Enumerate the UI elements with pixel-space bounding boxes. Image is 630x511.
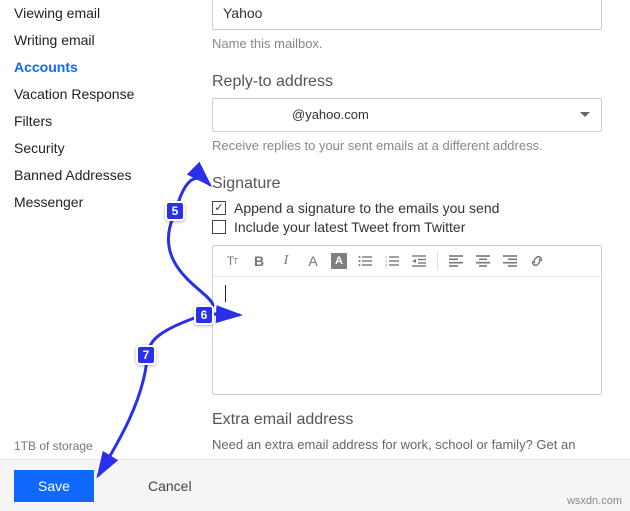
reply-to-hint: Receive replies to your sent emails at a… [212, 138, 602, 153]
reply-to-field: Reply-to address @yahoo.com Receive repl… [212, 73, 602, 153]
extra-email-label: Extra email address [212, 411, 602, 429]
reply-to-label: Reply-to address [212, 73, 602, 91]
mailbox-name-input[interactable] [212, 0, 602, 30]
link-icon[interactable] [528, 252, 546, 270]
extra-email-section: Extra email address Need an extra email … [212, 411, 602, 455]
bullet-list-icon[interactable] [356, 252, 374, 270]
signature-field: Signature Append a signature to the emai… [212, 175, 602, 395]
sidebar-item-writing-email[interactable]: Writing email [14, 27, 192, 54]
signature-label: Signature [212, 175, 602, 193]
include-tweet-row: Include your latest Tweet from Twitter [212, 219, 602, 235]
sidebar-item-filters[interactable]: Filters [14, 108, 192, 135]
sidebar-item-viewing-email[interactable]: Viewing email [14, 0, 192, 27]
editor-toolbar: TT B I A A 123 [213, 246, 601, 277]
cancel-button[interactable]: Cancel [128, 470, 212, 502]
toolbar-separator [437, 252, 438, 270]
settings-sidebar: Viewing email Writing email Accounts Vac… [0, 0, 192, 511]
reply-to-select-wrap: @yahoo.com [212, 98, 602, 132]
reply-to-select[interactable] [212, 98, 602, 132]
sidebar-item-banned-addresses[interactable]: Banned Addresses [14, 162, 192, 189]
bold-icon[interactable]: B [250, 252, 268, 270]
include-tweet-checkbox[interactable] [212, 220, 226, 234]
mailbox-name-field: Name this mailbox. [212, 0, 602, 51]
extra-email-hint: Need an extra email address for work, sc… [212, 435, 602, 455]
append-signature-text: Append a signature to the emails you sen… [234, 200, 499, 216]
align-left-icon[interactable] [447, 252, 465, 270]
signature-textarea[interactable] [213, 277, 601, 394]
highlight-icon[interactable]: A [331, 253, 347, 269]
sidebar-item-security[interactable]: Security [14, 135, 192, 162]
font-size-icon[interactable]: TT [223, 252, 241, 270]
sidebar-item-vacation-response[interactable]: Vacation Response [14, 81, 192, 108]
accounts-panel: Name this mailbox. Reply-to address @yah… [192, 0, 630, 511]
indent-less-icon[interactable] [410, 252, 428, 270]
align-center-icon[interactable] [474, 252, 492, 270]
font-color-icon[interactable]: A [304, 252, 322, 270]
italic-icon[interactable]: I [277, 252, 295, 270]
footer-bar: Save Cancel [0, 459, 630, 511]
annotation-badge-5: 5 [165, 201, 185, 221]
mailbox-name-hint: Name this mailbox. [212, 36, 602, 51]
align-right-icon[interactable] [501, 252, 519, 270]
annotation-badge-7: 7 [136, 345, 156, 365]
save-button[interactable]: Save [14, 470, 94, 502]
annotation-badge-6: 6 [194, 305, 214, 325]
numbered-list-icon[interactable]: 123 [383, 252, 401, 270]
svg-text:3: 3 [385, 263, 387, 267]
text-cursor [225, 285, 226, 302]
sidebar-item-accounts[interactable]: Accounts [14, 54, 192, 81]
storage-total: 1TB of storage [14, 437, 192, 456]
include-tweet-text: Include your latest Tweet from Twitter [234, 219, 465, 235]
append-signature-row: Append a signature to the emails you sen… [212, 200, 602, 216]
append-signature-checkbox[interactable] [212, 201, 226, 215]
signature-editor: TT B I A A 123 [212, 245, 602, 395]
